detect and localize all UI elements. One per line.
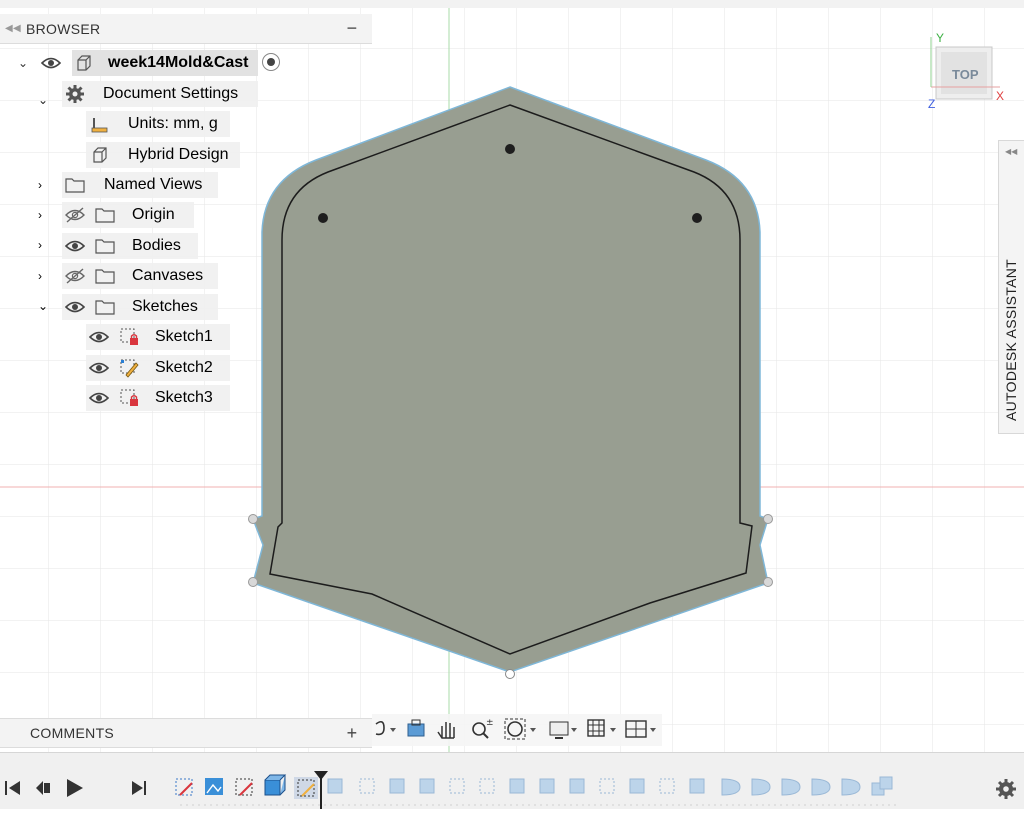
origin-label: Origin [132, 206, 175, 223]
eye-icon[interactable] [40, 52, 62, 74]
root-component-label: week14Mold&Cast [108, 54, 249, 71]
tree-item-named-views[interactable]: Named Views [62, 172, 218, 198]
chevron-down-icon[interactable]: ⌄ [38, 87, 48, 113]
root-component-chip[interactable]: week14Mold&Cast [72, 50, 258, 76]
axis-x-label: X [996, 89, 1005, 103]
sketch3-label: Sketch3 [155, 389, 213, 406]
chevron-right-icon[interactable]: › [38, 269, 42, 283]
grid-icon[interactable] [587, 719, 616, 737]
svg-text:±: ± [486, 718, 494, 728]
step-back-icon[interactable] [36, 781, 50, 795]
canvases-label: Canvases [132, 267, 204, 284]
timeline-feature-sketch[interactable] [175, 778, 193, 796]
tree-item-design-type[interactable]: Hybrid Design [86, 142, 240, 168]
viewcube[interactable]: TOP Y X Z [928, 31, 1004, 111]
document-settings-label: Document Settings [103, 85, 239, 102]
chevron-right-icon[interactable]: › [38, 238, 42, 252]
chevron-down-icon[interactable]: ⌄ [16, 56, 30, 70]
badge-body[interactable] [252, 86, 769, 673]
pan-icon[interactable] [437, 722, 455, 739]
vertex-point[interactable] [763, 514, 773, 524]
skip-to-start-icon[interactable] [5, 781, 20, 795]
sketch2-label: Sketch2 [155, 359, 213, 376]
folder-icon [94, 204, 116, 226]
tree-item-canvases[interactable]: Canvases [62, 263, 218, 289]
orbit-icon[interactable] [375, 720, 396, 736]
eye-hidden-icon[interactable] [64, 265, 86, 287]
axis-y-label: Y [936, 31, 945, 45]
comments-title: COMMENTS [30, 725, 115, 741]
sketch-locked-icon [118, 326, 140, 348]
timeline-future-features[interactable] [327, 776, 893, 796]
sketch-locked-icon [118, 387, 140, 409]
viewcube-face-label[interactable]: TOP [952, 67, 979, 82]
chevron-down-icon[interactable]: ⌄ [38, 299, 48, 313]
folder-icon [94, 265, 116, 287]
browser-title: BROWSER [26, 20, 101, 37]
chevron-right-icon[interactable]: › [38, 208, 42, 222]
component-icon [74, 52, 92, 74]
sketch-item-1[interactable]: Sketch1 [86, 324, 230, 350]
autodesk-assistant-panel[interactable]: ◀◀ AUTODESK ASSISTANT [998, 140, 1024, 434]
fit-icon[interactable] [504, 718, 536, 740]
tree-item-bodies[interactable]: Bodies [62, 233, 198, 259]
hole-right[interactable] [692, 213, 702, 223]
viewports-icon[interactable] [625, 720, 656, 738]
gear-icon[interactable] [996, 779, 1016, 799]
sketch1-label: Sketch1 [155, 328, 213, 345]
timeline-bar [0, 752, 1024, 809]
sketch-item-2[interactable]: Sketch2 [86, 355, 230, 381]
timeline-feature-sketch-active[interactable] [294, 777, 318, 799]
browser-header: ◀◀ BROWSER − [0, 14, 372, 44]
tree-item-origin[interactable]: Origin [62, 202, 194, 228]
hole-left[interactable] [318, 213, 328, 223]
tree-item-sketches[interactable]: Sketches [62, 294, 218, 320]
display-settings-icon[interactable] [549, 721, 577, 739]
play-icon[interactable] [67, 779, 83, 797]
gear-icon [64, 83, 86, 105]
comments-header: COMMENTS + [0, 718, 372, 748]
axis-z-label: Z [928, 97, 936, 111]
double-chevron-left-icon[interactable]: ◀◀ [1005, 147, 1017, 156]
eye-icon[interactable] [88, 387, 110, 409]
vertex-point[interactable] [505, 669, 515, 679]
zoom-icon[interactable]: ± [472, 718, 494, 739]
tree-item-units[interactable]: Units: mm, g [86, 111, 230, 137]
ruler-icon [88, 113, 110, 135]
add-comment-button[interactable]: + [332, 723, 372, 744]
vertex-point[interactable] [248, 514, 258, 524]
eye-hidden-icon[interactable] [64, 204, 86, 226]
timeline-feature-canvas[interactable] [205, 778, 223, 795]
timeline-feature-extrude[interactable] [264, 774, 287, 796]
navigation-bar: ± [372, 714, 662, 746]
folder-icon [64, 174, 86, 196]
named-views-label: Named Views [104, 176, 203, 193]
activate-radio[interactable] [262, 53, 280, 71]
folder-icon [94, 235, 116, 257]
body-icon [88, 144, 110, 166]
minimize-button[interactable]: − [332, 18, 372, 39]
bodies-label: Bodies [132, 237, 181, 254]
step-forward-icon[interactable] [132, 781, 146, 795]
tree-item-document-settings[interactable]: Document Settings [62, 81, 258, 107]
vertex-point[interactable] [248, 577, 258, 587]
sketch-edit-icon [118, 357, 140, 379]
eye-icon[interactable] [88, 326, 110, 348]
hole-top[interactable] [505, 144, 515, 154]
eye-icon[interactable] [64, 235, 86, 257]
design-type-label: Hybrid Design [128, 146, 229, 163]
chevron-right-icon[interactable]: › [38, 178, 42, 192]
vertex-point[interactable] [763, 577, 773, 587]
timeline-feature-sketch[interactable] [235, 778, 253, 796]
eye-icon[interactable] [64, 296, 86, 318]
double-chevron-left-icon[interactable]: ◀◀ [0, 23, 26, 34]
sketch-item-3[interactable]: Sketch3 [86, 385, 230, 411]
look-at-icon[interactable] [407, 719, 425, 737]
top-strip [0, 0, 1024, 8]
units-label: Units: mm, g [128, 115, 218, 132]
sketches-label: Sketches [132, 298, 198, 315]
assistant-label: AUTODESK ASSISTANT [1003, 258, 1019, 421]
folder-icon [94, 296, 116, 318]
eye-icon[interactable] [88, 357, 110, 379]
